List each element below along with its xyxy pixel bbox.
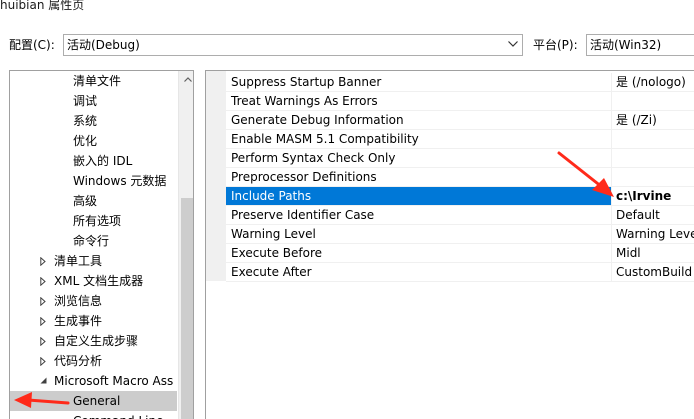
tree-item-label: 调试 — [73, 94, 98, 108]
chevron-right-icon[interactable] — [39, 351, 49, 371]
property-value[interactable]: 是 (/Zi) — [616, 111, 657, 129]
property-value[interactable]: c:\Irvine — [612, 187, 694, 205]
property-tree[interactable]: Command Line General Microsoft Macro Ass 代码… — [9, 70, 194, 419]
configuration-value: 活动(Debug) — [67, 38, 140, 52]
tree-item-label: Windows 元数据 — [73, 174, 167, 188]
tree-item-label: 自定义生成步骤 — [54, 334, 139, 348]
tree-item[interactable]: 清单文件 — [10, 71, 176, 91]
tree-item-label: 高级 — [73, 194, 98, 208]
tree-item-label: 浏览信息 — [54, 294, 103, 308]
property-value[interactable]: Default — [616, 206, 660, 224]
property-name: Perform Syntax Check Only — [231, 151, 396, 165]
property-name: Preprocessor Definitions — [231, 170, 377, 184]
property-row[interactable]: Perform Syntax Check Only — [226, 149, 694, 168]
tree-item[interactable]: 调试 — [10, 91, 176, 111]
platform-label: 平台(P): — [533, 38, 578, 52]
tree-item-label: Microsoft Macro Ass — [54, 374, 174, 388]
tree-item[interactable]: XML 文档生成器 — [10, 271, 176, 291]
tree-item-label: General — [73, 394, 121, 408]
property-value[interactable]: Midl — [616, 244, 641, 262]
property-row[interactable]: Generate Debug Information 是 (/Zi) — [226, 111, 694, 130]
tree-item[interactable]: Command Line — [10, 411, 176, 419]
chevron-right-icon[interactable] — [39, 271, 49, 291]
chevron-right-icon[interactable] — [39, 291, 49, 311]
property-grid[interactable]: Suppress Startup Banner 是 (/nologo) Treat … — [205, 70, 694, 419]
property-row[interactable]: Treat Warnings As Errors — [226, 92, 694, 111]
property-name: Suppress Startup Banner — [231, 75, 382, 89]
column-divider — [611, 111, 612, 130]
property-value[interactable]: CustomBuild — [616, 263, 692, 281]
chevron-right-icon[interactable] — [39, 311, 49, 331]
tree-item-label: 代码分析 — [54, 354, 103, 368]
property-row[interactable]: Execute Before Midl — [226, 244, 694, 263]
property-name: Warning Level — [231, 227, 316, 241]
property-name: Execute After — [231, 265, 312, 279]
property-value[interactable]: 是 (/nologo) — [616, 73, 686, 91]
tree-item[interactable]: Microsoft Macro Ass — [10, 371, 176, 391]
property-name: Execute Before — [231, 246, 323, 260]
property-name: Preserve Identifier Case — [231, 208, 375, 222]
tree-item-label: 生成事件 — [54, 314, 103, 328]
column-divider — [611, 73, 612, 92]
column-divider — [611, 149, 612, 168]
property-row[interactable]: Preprocessor Definitions — [226, 168, 694, 187]
property-row[interactable]: Preserve Identifier Case Default — [226, 206, 694, 225]
tree-item-label: 所有选项 — [73, 214, 122, 228]
tree-item[interactable]: 优化 — [10, 131, 176, 151]
tree-item[interactable]: 高级 — [10, 191, 176, 211]
tree-item-label: 清单文件 — [73, 74, 122, 88]
scroll-up-icon[interactable] — [179, 71, 193, 88]
column-divider — [611, 244, 612, 263]
tree-item-label: XML 文档生成器 — [54, 274, 144, 288]
tree-item[interactable]: 清单工具 — [10, 251, 176, 271]
property-name: Include Paths — [231, 189, 312, 203]
column-divider — [611, 263, 612, 282]
property-row[interactable]: Include Paths c:\Irvine — [226, 187, 694, 206]
tree-item[interactable]: Windows 元数据 — [10, 171, 176, 191]
configuration-dropdown[interactable]: 活动(Debug) — [63, 34, 523, 56]
tree-item[interactable]: 代码分析 — [10, 351, 176, 371]
tree-item-label: 优化 — [73, 134, 98, 148]
tree-item-label: 命令行 — [73, 234, 110, 248]
window-title: huibian 属性页 — [0, 0, 85, 12]
chevron-right-icon[interactable] — [39, 251, 49, 271]
tree-item-label: Command Line — [73, 411, 164, 419]
tree-item[interactable]: 嵌入的 IDL — [10, 151, 176, 171]
grid-category-margin — [206, 71, 226, 281]
scrollbar-thumb[interactable] — [181, 198, 193, 419]
property-row[interactable]: Execute After CustomBuild — [226, 263, 694, 282]
property-value[interactable]: Warning Leve — [616, 225, 694, 243]
tree-item[interactable]: 命令行 — [10, 231, 176, 251]
chevron-down-icon[interactable] — [504, 35, 522, 55]
column-divider — [611, 92, 612, 111]
property-row[interactable]: Suppress Startup Banner 是 (/nologo) — [226, 73, 694, 92]
platform-value: 活动(Win32) — [590, 38, 662, 52]
chevron-right-icon[interactable] — [39, 331, 49, 351]
property-row[interactable]: Enable MASM 5.1 Compatibility — [226, 130, 694, 149]
expanded-triangle-icon[interactable] — [39, 371, 49, 391]
tree-item-label: 嵌入的 IDL — [73, 154, 133, 168]
column-divider — [611, 206, 612, 225]
column-divider — [611, 225, 612, 244]
tree-item[interactable]: General — [10, 391, 177, 411]
tree-item[interactable]: 所有选项 — [10, 211, 176, 231]
tree-item-label: 系统 — [73, 114, 98, 128]
tree-item[interactable]: 自定义生成步骤 — [10, 331, 176, 351]
configuration-label: 配置(C): — [9, 38, 55, 52]
tree-item-label: 清单工具 — [54, 254, 103, 268]
platform-dropdown[interactable]: 活动(Win32) — [586, 34, 694, 56]
property-name: Enable MASM 5.1 Compatibility — [231, 132, 419, 146]
column-divider — [611, 130, 612, 149]
column-divider — [611, 168, 612, 187]
tree-vertical-scrollbar[interactable] — [178, 71, 193, 419]
tree-item[interactable]: 生成事件 — [10, 311, 176, 331]
tree-item[interactable]: 系统 — [10, 111, 176, 131]
property-row[interactable]: Warning Level Warning Leve — [226, 225, 694, 244]
property-name: Generate Debug Information — [231, 113, 404, 127]
property-name: Treat Warnings As Errors — [231, 94, 378, 108]
tree-item[interactable]: 浏览信息 — [10, 291, 176, 311]
